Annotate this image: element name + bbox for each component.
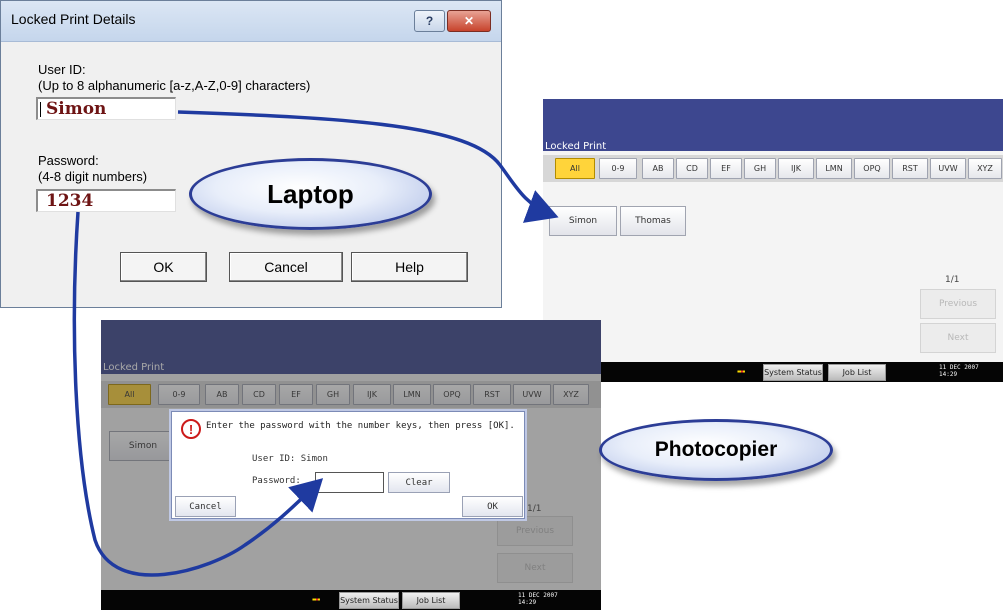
copier-header-bar: [543, 99, 1003, 151]
tab-ijk[interactable]: IJK: [778, 158, 814, 179]
system-status-button[interactable]: System Status: [339, 592, 399, 609]
tab-ef[interactable]: EF: [710, 158, 742, 179]
tab-xyz[interactable]: XYZ: [968, 158, 1002, 179]
ok-button[interactable]: OK: [462, 496, 523, 517]
password-input[interactable]: [315, 472, 384, 493]
copier-status-bar: ▪▪▪▪ System Status Job List 11 DEC 2007 …: [101, 590, 601, 610]
exclamation-icon: !: [181, 419, 201, 439]
clear-button[interactable]: Clear: [388, 472, 450, 493]
copier-status-bar: ▪▪▪▪ System Status Job List 11 DEC 2007 …: [543, 362, 1003, 382]
password-label: Password:: [38, 153, 99, 168]
dialog-title-bar: Locked Print Details ? ✕: [1, 1, 501, 42]
copier-clock: 11 DEC 2007 14:29: [518, 592, 558, 606]
cancel-button[interactable]: Cancel: [229, 252, 343, 282]
copier-title: Locked Print: [545, 141, 607, 152]
password-hint: (4-8 digit numbers): [38, 169, 148, 184]
photocopier-callout: Photocopier: [599, 419, 833, 481]
copier-screen-top: Locked Print All 0-9 AB CD EF GH IJK LMN…: [543, 99, 1003, 382]
password-field[interactable]: 1234: [36, 189, 176, 212]
cancel-button[interactable]: Cancel: [175, 496, 236, 517]
system-status-button[interactable]: System Status: [763, 364, 823, 381]
password-prompt-dialog: ! Enter the password with the number key…: [171, 411, 525, 519]
tab-gh[interactable]: GH: [744, 158, 776, 179]
user-id-hint: (Up to 8 alphanumeric [a-z,A-Z,0-9] char…: [38, 78, 311, 93]
status-indicator-icon: ▪▪▪▪: [312, 595, 320, 604]
tab-all[interactable]: All: [555, 158, 595, 179]
status-indicator-icon: ▪▪▪▪: [737, 367, 745, 376]
user-button-thomas[interactable]: Thomas: [620, 206, 686, 236]
user-id-field[interactable]: Simon: [36, 97, 176, 120]
copier-tab-row: All 0-9 AB CD EF GH IJK LMN OPQ RST UVW …: [543, 155, 1003, 182]
close-icon[interactable]: ✕: [447, 10, 491, 32]
clock-date: 11 DEC 2007: [518, 592, 558, 599]
text-caret: [40, 102, 41, 117]
next-button[interactable]: Next: [920, 323, 996, 353]
user-button-simon[interactable]: Simon: [549, 206, 617, 236]
page-indicator: 1/1: [945, 275, 960, 285]
tab-0-9[interactable]: 0-9: [599, 158, 637, 179]
tab-uvw[interactable]: UVW: [930, 158, 966, 179]
tab-ab[interactable]: AB: [642, 158, 674, 179]
user-id-value: Simon: [46, 99, 107, 119]
prompt-password-label: Password:: [252, 476, 301, 486]
clock-time: 14:29: [518, 599, 537, 606]
prompt-message: Enter the password with the number keys,…: [206, 421, 515, 431]
ok-button[interactable]: OK: [120, 252, 207, 282]
copier-clock: 11 DEC 2007 14:29: [939, 364, 979, 378]
previous-button[interactable]: Previous: [920, 289, 996, 319]
tab-lmn[interactable]: LMN: [816, 158, 852, 179]
job-list-button[interactable]: Job List: [402, 592, 460, 609]
locked-print-details-dialog: Locked Print Details ? ✕ User ID: (Up to…: [0, 0, 502, 308]
tab-cd[interactable]: CD: [676, 158, 708, 179]
dialog-title: Locked Print Details: [11, 11, 136, 27]
laptop-callout: Laptop: [189, 158, 432, 230]
tab-opq[interactable]: OPQ: [854, 158, 890, 179]
clock-time: 14:29: [939, 371, 958, 378]
tab-rst[interactable]: RST: [892, 158, 928, 179]
help-icon[interactable]: ?: [414, 10, 445, 32]
prompt-user-id: User ID: Simon: [252, 454, 328, 464]
user-id-label: User ID:: [38, 62, 86, 77]
clock-date: 11 DEC 2007: [939, 364, 979, 371]
job-list-button[interactable]: Job List: [828, 364, 886, 381]
help-button[interactable]: Help: [351, 252, 468, 282]
password-value: 1234: [46, 191, 94, 211]
